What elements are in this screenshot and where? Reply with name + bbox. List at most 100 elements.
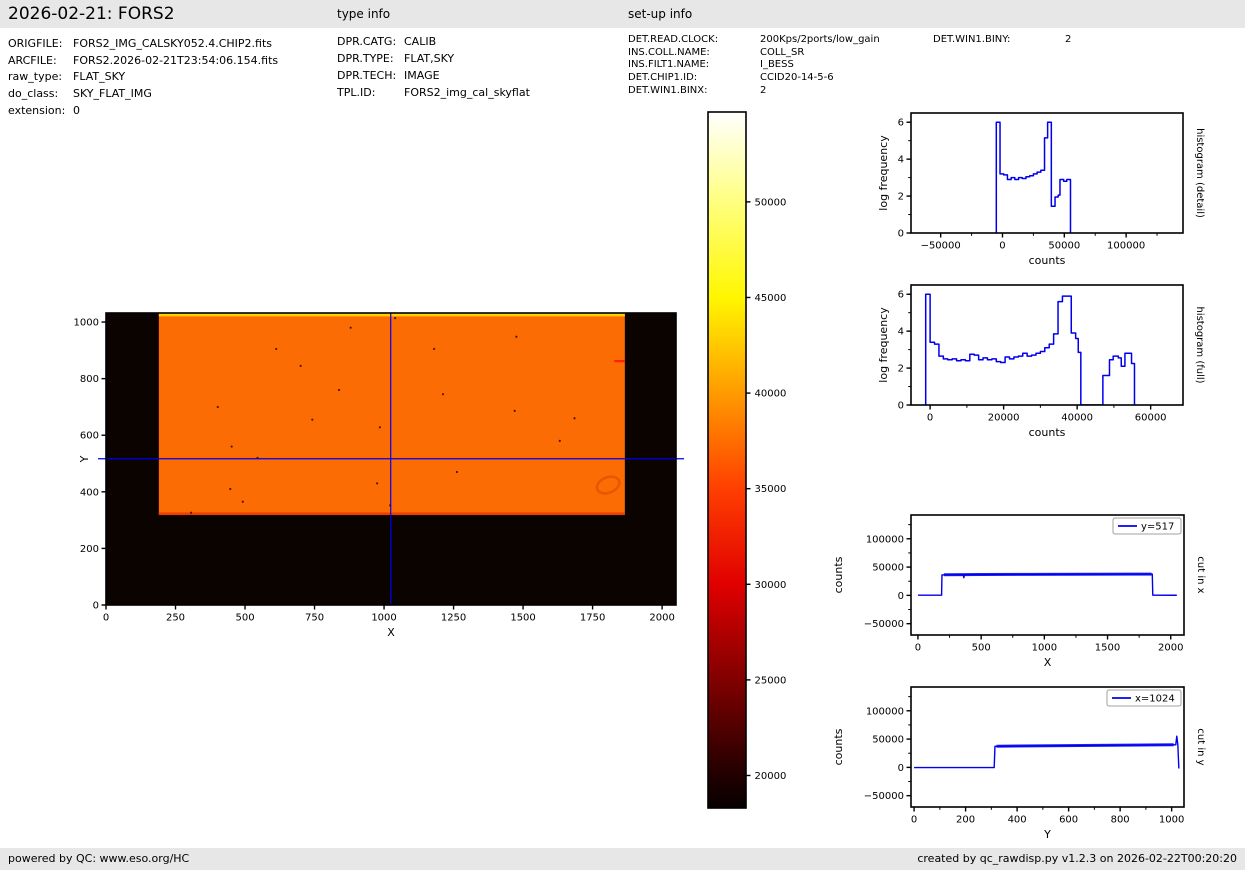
svg-text:800: 800: [1111, 815, 1130, 826]
svg-text:log frequency: log frequency: [877, 307, 890, 383]
svg-text:2: 2: [898, 364, 904, 375]
field-dpr-tech: DPR.TECH: IMAGE: [337, 67, 530, 84]
field-label: INS.FILT1.NAME:: [628, 59, 760, 70]
cut-in-x: 0500100015002000−50000050000100000Xcount…: [832, 515, 1206, 669]
field-value: COLL_SR: [760, 47, 804, 58]
cut-in-x-cut: [918, 574, 1177, 595]
file-info-block: ORIGFILE: FORS2_IMG_CALSKY052.4.CHIP2.fi…: [8, 35, 278, 118]
svg-text:X: X: [387, 626, 395, 639]
cut-in-y: 02004006008001000−50000050000100000Ycoun…: [832, 687, 1206, 841]
field-value: CCID20-14-5-6: [760, 72, 834, 83]
field-extension: extension: 0: [8, 102, 278, 119]
svg-text:1500: 1500: [1095, 643, 1120, 654]
cut-in-y-legend: x=1024: [1107, 690, 1181, 706]
svg-text:Y: Y: [1043, 828, 1051, 841]
field-label: INS.COLL.NAME:: [628, 47, 760, 58]
page-title: 2026-02-21: FORS2: [8, 0, 175, 28]
type-info-block: DPR.CATG: CALIB DPR.TYPE: FLAT,SKY DPR.T…: [337, 33, 530, 101]
svg-text:100000: 100000: [1107, 241, 1145, 252]
svg-text:50000: 50000: [872, 735, 904, 746]
svg-text:50000: 50000: [872, 563, 904, 574]
field-value: IMAGE: [404, 69, 440, 82]
svg-text:X: X: [1044, 656, 1052, 669]
svg-text:500: 500: [972, 643, 991, 654]
field-win1-binx: DET.WIN1.BINX: 2: [628, 84, 880, 97]
histogram-full-histogram: [926, 294, 1135, 405]
svg-text:40000: 40000: [755, 389, 787, 400]
svg-text:800: 800: [80, 374, 99, 385]
histogram-full-frame: [911, 285, 1183, 405]
svg-text:35000: 35000: [755, 484, 787, 495]
field-label: DPR.TYPE:: [337, 52, 404, 65]
field-raw-type: raw_type: FLAT_SKY: [8, 68, 278, 85]
field-label: ARCFILE:: [8, 54, 73, 67]
svg-text:y=517: y=517: [1141, 522, 1174, 533]
svg-text:1250: 1250: [441, 613, 466, 624]
svg-text:30000: 30000: [755, 580, 787, 591]
main-image-plot: 0250500750100012501500175020000200400600…: [74, 313, 684, 639]
field-label: extension:: [8, 104, 73, 117]
field-label: DPR.TECH:: [337, 69, 404, 82]
svg-text:counts: counts: [832, 728, 845, 765]
field-coll-name: INS.COLL.NAME: COLL_SR: [628, 46, 880, 59]
svg-text:1000: 1000: [1159, 815, 1184, 826]
field-label: raw_type:: [8, 70, 73, 83]
svg-text:4: 4: [898, 155, 904, 166]
svg-text:0: 0: [915, 643, 921, 654]
field-dpr-catg: DPR.CATG: CALIB: [337, 33, 530, 50]
svg-text:20000: 20000: [755, 771, 787, 782]
field-value: FORS2.2026-02-21T23:54:06.154.fits: [73, 54, 278, 67]
svg-text:cut in x: cut in x: [1195, 556, 1206, 593]
svg-text:400: 400: [80, 487, 99, 498]
svg-text:0: 0: [898, 763, 904, 774]
svg-text:600: 600: [80, 431, 99, 442]
field-value: 200Kps/2ports/low_gain: [760, 34, 880, 45]
svg-text:0: 0: [103, 613, 109, 624]
footer-created-by: created by qc_rawdisp.py v1.2.3 on 2026-…: [917, 848, 1237, 870]
svg-text:1000: 1000: [74, 318, 99, 329]
svg-text:25000: 25000: [755, 675, 787, 686]
svg-text:2000: 2000: [649, 613, 674, 624]
svg-text:1000: 1000: [371, 613, 396, 624]
svg-text:histogram (detail): histogram (detail): [1194, 128, 1205, 218]
svg-text:0: 0: [911, 815, 917, 826]
svg-text:1000: 1000: [1032, 643, 1057, 654]
field-origfile: ORIGFILE: FORS2_IMG_CALSKY052.4.CHIP2.fi…: [8, 35, 278, 52]
svg-text:200: 200: [956, 815, 975, 826]
field-label: TPL.ID:: [337, 86, 404, 99]
svg-text:Y: Y: [78, 455, 91, 463]
field-dpr-type: DPR.TYPE: FLAT,SKY: [337, 50, 530, 67]
cut-in-x-noise-band: [944, 574, 1152, 575]
cut-in-y-cut: [914, 736, 1179, 768]
field-do-class: do_class: SKY_FLAT_IMG: [8, 85, 278, 102]
field-label: DPR.CATG:: [337, 35, 404, 48]
header-band: [0, 0, 1245, 28]
svg-text:60000: 60000: [1135, 413, 1167, 424]
svg-text:250: 250: [166, 613, 185, 624]
cut-in-y-noise-band: [997, 745, 1174, 746]
svg-text:cut in y: cut in y: [1195, 728, 1206, 765]
field-label: ORIGFILE:: [8, 37, 73, 50]
field-value: 0: [73, 104, 80, 117]
svg-text:counts: counts: [1029, 254, 1066, 267]
field-filt1-name: INS.FILT1.NAME: I_BESS: [628, 58, 880, 71]
field-arcfile: ARCFILE: FORS2.2026-02-21T23:54:06.154.f…: [8, 52, 278, 69]
field-tpl-id: TPL.ID: FORS2_img_cal_skyflat: [337, 84, 530, 101]
svg-text:750: 750: [305, 613, 324, 624]
qc-report-figure: 0250500750100012501500175020000200400600…: [0, 0, 1245, 870]
svg-text:0: 0: [898, 591, 904, 602]
histogram-detail-histogram: [996, 122, 1070, 233]
colorbar-gradient: [708, 112, 746, 808]
histogram-detail: −500000500001000000246countslog frequenc…: [877, 113, 1205, 267]
svg-text:50000: 50000: [755, 197, 787, 208]
svg-text:500: 500: [235, 613, 254, 624]
setup-info-right-block: DET.WIN1.BINY: 2: [933, 33, 1071, 46]
footer-powered-by: powered by QC: www.eso.org/HC: [8, 848, 189, 870]
svg-text:20000: 20000: [988, 413, 1020, 424]
field-label: DET.READ.CLOCK:: [628, 34, 760, 45]
field-value: 2: [1065, 34, 1071, 45]
cut-in-x-legend: y=517: [1113, 518, 1181, 534]
svg-text:0: 0: [927, 413, 933, 424]
svg-text:100000: 100000: [866, 534, 904, 545]
svg-text:−50000: −50000: [921, 241, 961, 252]
